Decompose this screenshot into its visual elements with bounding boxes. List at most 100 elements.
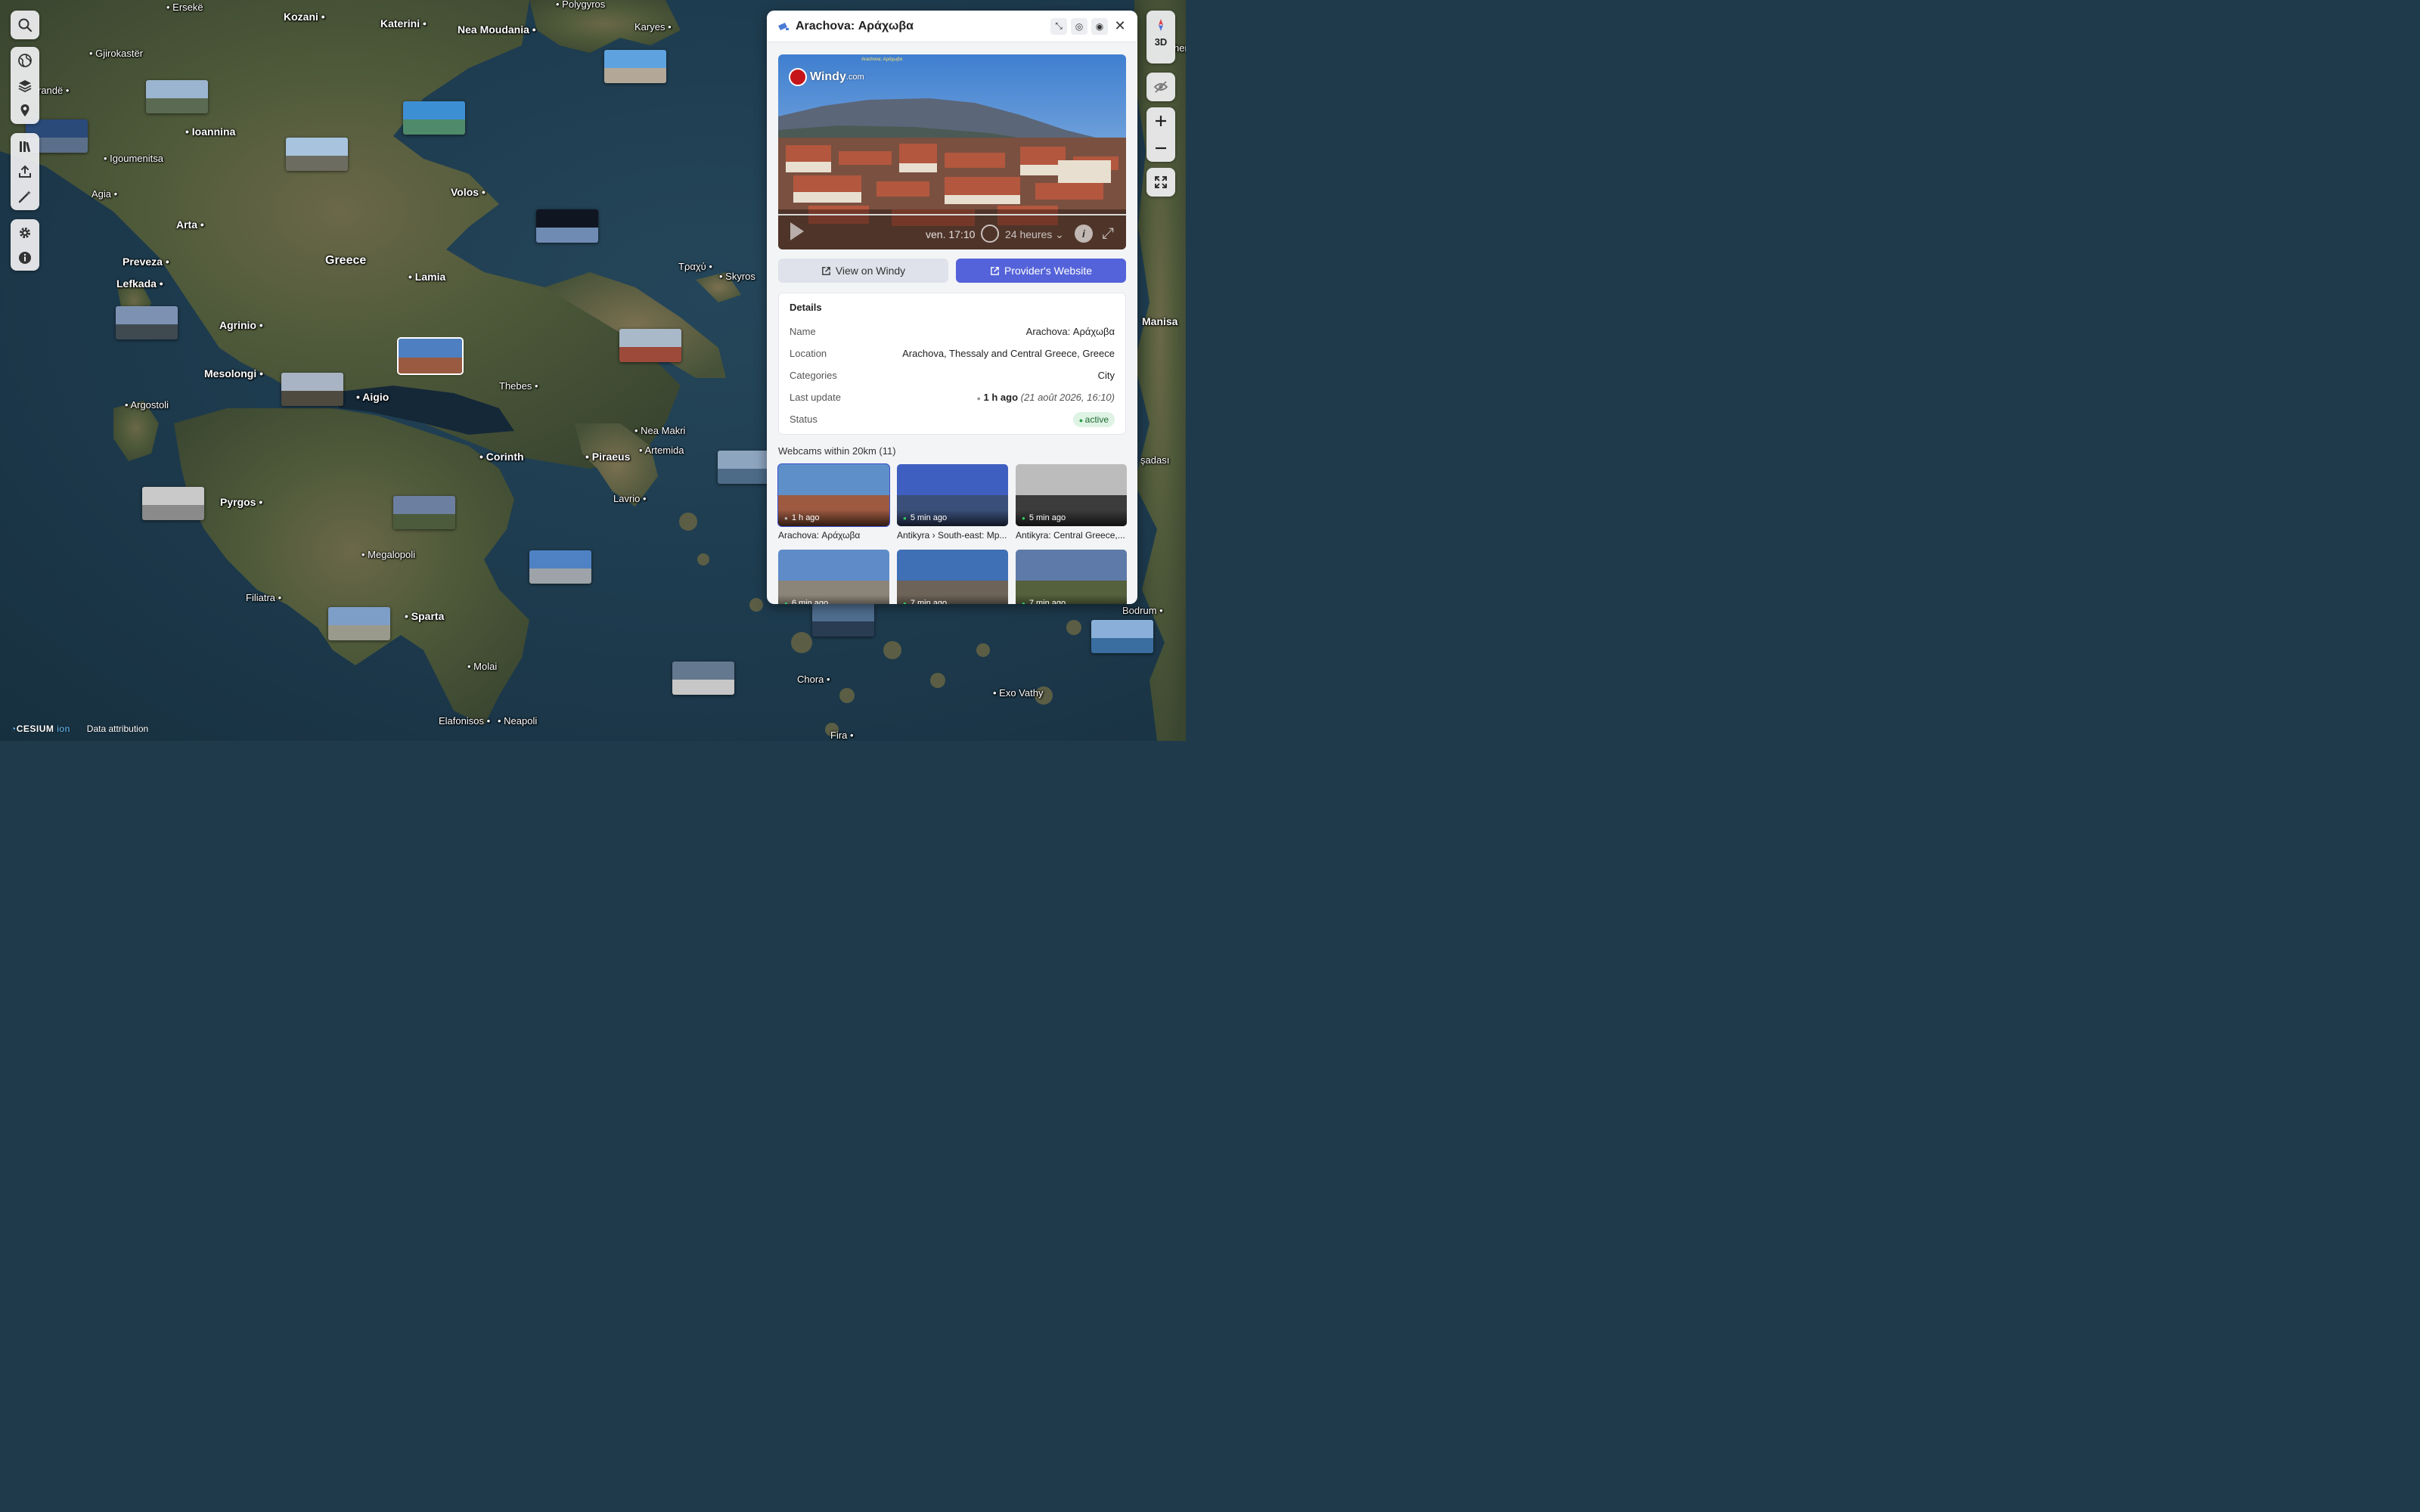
webcam-marker[interactable] bbox=[116, 306, 178, 339]
webcam-marker[interactable] bbox=[619, 329, 681, 362]
city-label: Greece bbox=[325, 254, 367, 267]
fullscreen-group bbox=[1146, 168, 1175, 197]
details-heading: Details bbox=[790, 302, 822, 313]
status-badge: active bbox=[1072, 411, 1115, 427]
info-button[interactable] bbox=[11, 245, 39, 270]
map-pin-button[interactable] bbox=[11, 98, 39, 122]
settings-button[interactable] bbox=[11, 220, 39, 245]
preview-time: ven. 17:10 bbox=[926, 228, 976, 240]
webcam-marker[interactable] bbox=[529, 550, 591, 584]
focus-button[interactable]: ◉ bbox=[1091, 17, 1108, 35]
chevron-down-icon: ⌄ bbox=[1055, 228, 1064, 240]
city-label: Mesolongi bbox=[204, 367, 263, 380]
city-label: Volos bbox=[451, 186, 486, 198]
webcam-preview[interactable]: Arachova: Αράχωβα Windy .com ven. 17:10 2… bbox=[778, 54, 1126, 249]
webcam-marker[interactable] bbox=[286, 138, 348, 171]
city-label: Ioannina bbox=[185, 125, 236, 138]
webcam-age: 5 min ago bbox=[897, 510, 1008, 526]
webcam-marker[interactable] bbox=[604, 50, 666, 83]
webcam-marker[interactable] bbox=[142, 487, 204, 520]
nearby-webcam-thumbnail: 1 h ago bbox=[777, 463, 890, 527]
details-card: Details Name Arachova: Αράχωβα Location Ara… bbox=[778, 293, 1126, 435]
detail-label: Name bbox=[790, 326, 816, 337]
info-icon: i bbox=[1082, 228, 1085, 240]
search-button[interactable] bbox=[11, 11, 39, 39]
detail-value: ● 1 h ago (21 août 2026, 16:10) bbox=[976, 392, 1115, 403]
library-icon bbox=[20, 141, 31, 152]
magic-wand-button[interactable] bbox=[11, 184, 39, 209]
globe-button[interactable] bbox=[11, 48, 39, 73]
detail-row-last-update: Last update ● 1 h ago (21 août 2026, 16:… bbox=[790, 386, 1115, 408]
city-label: Chora bbox=[797, 674, 830, 685]
provider-website-label: Provider's Website bbox=[1004, 265, 1092, 277]
upload-button[interactable] bbox=[11, 159, 39, 184]
toggle-visibility-button[interactable] bbox=[1146, 73, 1175, 101]
fullscreen-button[interactable] bbox=[1146, 168, 1175, 197]
play-button[interactable] bbox=[790, 222, 804, 240]
city-label: Aigio bbox=[356, 391, 389, 403]
fullscreen-icon bbox=[1155, 176, 1167, 188]
content-tools-group bbox=[11, 133, 39, 210]
city-label: Neapoli bbox=[498, 715, 537, 727]
minimize-button[interactable]: ⤡ bbox=[1050, 17, 1067, 35]
webcam-marker[interactable] bbox=[146, 80, 208, 113]
visibility-group bbox=[1146, 73, 1175, 101]
external-link-icon bbox=[821, 266, 830, 275]
nearby-webcam-card[interactable]: 7 min ago bbox=[897, 550, 1008, 604]
webcam-age: 6 min ago bbox=[778, 595, 889, 604]
library-button[interactable] bbox=[11, 134, 39, 159]
detail-label: Last update bbox=[790, 392, 841, 403]
city-label: Lavrio bbox=[613, 493, 647, 504]
city-label: Karyes bbox=[634, 21, 672, 33]
compass-button[interactable] bbox=[1146, 11, 1175, 39]
city-label: Agrinio bbox=[219, 319, 263, 331]
gear-icon bbox=[20, 227, 30, 238]
range-select[interactable]: 24 heures ⌄ bbox=[1005, 228, 1064, 241]
webcam-marker-selected[interactable] bbox=[397, 337, 464, 375]
cesium-logo[interactable]: ◔CESIUM ion bbox=[11, 723, 70, 734]
webcam-marker[interactable] bbox=[1091, 620, 1153, 653]
webcam-marker[interactable] bbox=[536, 209, 598, 243]
view-on-windy-button[interactable]: View on Windy bbox=[778, 259, 948, 283]
webcam-age: 1 h ago bbox=[778, 510, 889, 526]
nearby-webcam-card[interactable]: 5 min ago Antikyra: Central Greece,... bbox=[1016, 464, 1127, 541]
cesium-label: CESIUM bbox=[16, 723, 54, 734]
panel-header: Arachova: Αράχωβα ⤡ ◎ ◉ ✕ bbox=[767, 11, 1137, 42]
webcam-marker[interactable] bbox=[281, 373, 343, 406]
layers-button[interactable] bbox=[11, 73, 39, 98]
nearby-webcam-card[interactable]: 7 min ago bbox=[1016, 550, 1127, 604]
zoom-in-button[interactable] bbox=[1146, 107, 1175, 135]
provider-website-button[interactable]: Provider's Website bbox=[956, 259, 1126, 283]
detail-row: Location Arachova, Thessaly and Central G… bbox=[790, 342, 1115, 364]
webcam-marker[interactable] bbox=[812, 603, 874, 637]
city-label: Corinth bbox=[479, 451, 524, 463]
panel-title: Arachova: Αράχωβα bbox=[796, 19, 914, 33]
data-attribution-link[interactable]: Data attribution bbox=[87, 723, 148, 734]
city-label: her bbox=[1174, 42, 1186, 54]
zoom-out-icon bbox=[1156, 147, 1166, 150]
webcam-marker[interactable] bbox=[393, 496, 455, 529]
preview-fullscreen-button[interactable]: ⤢ bbox=[1102, 225, 1114, 243]
upload-icon bbox=[19, 165, 31, 178]
view-mode-toggle[interactable]: 3D bbox=[1155, 36, 1168, 48]
minimize-icon: ⤡ bbox=[1055, 20, 1063, 31]
webcam-marker[interactable] bbox=[403, 101, 465, 135]
webcam-marker[interactable] bbox=[672, 662, 734, 695]
webcam-marker[interactable] bbox=[328, 607, 390, 640]
city-label: Preveza bbox=[123, 256, 169, 268]
zoom-out-button[interactable] bbox=[1146, 135, 1175, 162]
close-button[interactable]: ✕ bbox=[1112, 18, 1128, 35]
city-label: Lamia bbox=[408, 271, 445, 283]
preview-info-button[interactable]: i bbox=[1075, 225, 1093, 243]
locate-button[interactable]: ◎ bbox=[1071, 17, 1087, 35]
compass-icon bbox=[1159, 19, 1163, 31]
nearby-webcam-card[interactable]: 6 min ago bbox=[778, 550, 889, 604]
city-label: Nea Makri bbox=[634, 425, 685, 436]
nearby-webcam-card[interactable]: 5 min ago Antikyra › South-east: Mp... bbox=[897, 464, 1008, 541]
nearby-webcam-thumbnail: 7 min ago bbox=[1016, 550, 1127, 604]
target-icon: ◉ bbox=[1095, 20, 1104, 32]
city-label: Elafonisos bbox=[439, 715, 490, 727]
nearby-webcam-thumbnail: 5 min ago bbox=[1016, 464, 1127, 526]
city-label: Gjirokastër bbox=[89, 48, 143, 59]
nearby-webcam-card[interactable]: 1 h ago Arachova: Αράχωβα bbox=[777, 463, 890, 541]
